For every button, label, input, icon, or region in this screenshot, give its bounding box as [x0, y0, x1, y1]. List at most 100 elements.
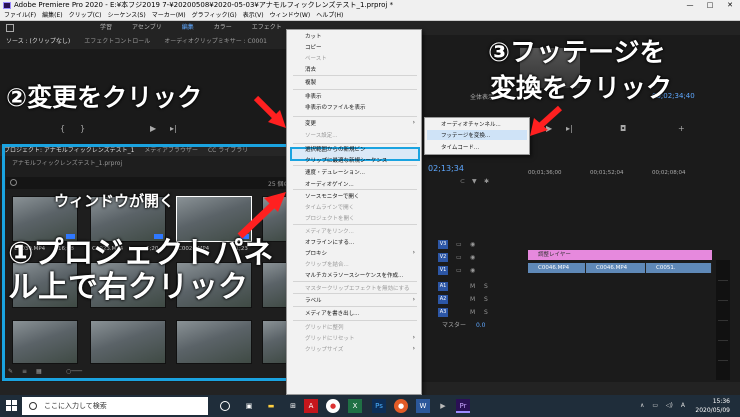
context-menu-item-11[interactable]: 速度・デュレーション... [305, 168, 365, 176]
track-v3[interactable]: V3 [438, 240, 448, 249]
context-menu-item-1[interactable]: コピー [305, 43, 322, 51]
annotation-step3-line2: 変換をクリック [490, 74, 673, 104]
snap-icon[interactable]: ⊂ [460, 178, 465, 185]
context-menu-item-10[interactable]: クリップに最適な新規シーケンス [305, 156, 387, 164]
chrome-icon[interactable]: ● [326, 399, 340, 413]
minimize-button[interactable]: — [680, 0, 700, 11]
add-button-icon[interactable]: + [678, 124, 685, 133]
track-lock-icon[interactable]: ▭ [456, 254, 462, 261]
menu-file[interactable]: ファイル(F) [4, 11, 36, 20]
mute-icon[interactable]: M [470, 283, 475, 290]
mark-in-icon[interactable]: { [60, 124, 65, 133]
adjustment-layer-clip[interactable]: 調整レイヤー [528, 250, 712, 260]
taskbar-clock[interactable]: 15:36 2020/05/09 [695, 397, 730, 415]
submenu-interpret-footage[interactable]: フッテージを変換... [441, 131, 490, 139]
home-icon[interactable] [6, 24, 14, 32]
submenu-timecode[interactable]: タイムコード... [441, 143, 479, 151]
task-view-icon[interactable]: ▣ [242, 399, 256, 413]
step-forward-icon[interactable]: ▸| [170, 124, 177, 133]
context-menu-item-5[interactable]: 非表示 [305, 92, 322, 100]
mute-icon[interactable]: M [470, 309, 475, 316]
video-clip-1[interactable]: C0046.MP4 [528, 263, 586, 273]
eye-icon[interactable]: ◉ [470, 241, 475, 248]
annotation-step1-line2: ル上で右クリック [8, 270, 248, 305]
firefox-icon[interactable]: ● [394, 399, 408, 413]
context-menu-item-13[interactable]: ソースモニターで開く [305, 192, 359, 200]
context-menu-item-17[interactable]: オフラインにする... [305, 238, 354, 246]
tab-source[interactable]: ソース : (クリップなし) [6, 35, 70, 49]
context-menu-item-7[interactable]: 変更 [305, 119, 316, 127]
context-menu-item-3[interactable]: 消去 [305, 65, 316, 73]
context-menu-item-23[interactable]: メディアを書き出し... [305, 309, 359, 317]
media-icon[interactable]: ▶ [436, 399, 450, 413]
tray-chevron-icon[interactable]: ∧ [640, 402, 644, 409]
workspace-tab-learn[interactable]: 学習 [100, 21, 112, 35]
close-button[interactable]: ✕ [720, 0, 740, 11]
menu-help[interactable]: ヘルプ(H) [316, 11, 343, 20]
workspace-tab-effects[interactable]: エフェクト [252, 21, 282, 35]
taskbar-search-placeholder: ここに入力して検索 [44, 402, 107, 410]
eye-icon[interactable]: ◉ [470, 254, 475, 261]
context-menu-item-22[interactable]: ラベル [305, 296, 322, 304]
mark-out-icon[interactable]: } [80, 124, 85, 133]
menu-marker[interactable]: マーカー(M) [152, 11, 186, 20]
marker-icon[interactable]: ▼ [472, 178, 477, 185]
solo-icon[interactable]: S [484, 283, 488, 290]
maximize-button[interactable]: □ [700, 0, 720, 11]
track-lock-icon[interactable]: ▭ [456, 241, 462, 248]
context-menu-item-6[interactable]: 非表示のファイルを表示 [305, 103, 366, 111]
track-a1[interactable]: A1 [438, 282, 448, 291]
context-menu-item-4[interactable]: 複製 [305, 78, 316, 86]
workspace-tab-assembly[interactable]: アセンブリ [132, 21, 162, 35]
menu-clip[interactable]: クリップ(C) [69, 11, 102, 20]
taskbar-search-input[interactable]: ここに入力して検索 [22, 397, 208, 415]
tray-ime-label[interactable]: A [681, 402, 685, 409]
context-menu-item-0[interactable]: カット [305, 32, 322, 40]
track-a3[interactable]: A3 [438, 308, 448, 317]
submenu-audio-channels[interactable]: オーディオチャンネル... [441, 120, 501, 128]
mute-icon[interactable]: M [470, 296, 475, 303]
excel-icon[interactable]: X [348, 399, 362, 413]
program-play-icon[interactable]: ▶ [546, 124, 552, 133]
menu-graphics[interactable]: グラフィック(G) [192, 11, 237, 20]
cortana-icon[interactable] [220, 401, 230, 411]
video-clip-3[interactable]: C0051. [646, 263, 712, 273]
tray-network-icon[interactable]: ▭ [652, 402, 658, 409]
windows-start-icon[interactable] [6, 400, 18, 412]
menu-window[interactable]: ウィンドウ(W) [270, 11, 311, 20]
photoshop-icon[interactable]: Ps [372, 399, 386, 413]
menu-view[interactable]: 表示(V) [243, 11, 264, 20]
tray-volume-icon[interactable]: ◁) [666, 402, 673, 409]
context-menu-item-9[interactable]: 選択範囲からの新規ビン [305, 145, 366, 153]
context-menu-item-20[interactable]: マルチカメラソースシーケンスを作成... [305, 271, 403, 279]
video-clip-2[interactable]: C0046.MP4 [586, 263, 646, 273]
file-explorer-icon[interactable]: ▬ [264, 399, 278, 413]
solo-icon[interactable]: S [484, 309, 488, 316]
workspace-tab-edit[interactable]: 編集 [182, 21, 194, 35]
context-menu-item-18[interactable]: プロキシ [305, 249, 327, 257]
track-v1[interactable]: V1 [438, 266, 448, 275]
premiere-taskbar-icon[interactable]: Pr [456, 399, 470, 413]
wrench-icon[interactable]: ✱ [484, 178, 489, 185]
track-a2[interactable]: A2 [438, 295, 448, 304]
system-tray: ∧ ▭ ◁) A [640, 402, 685, 409]
solo-icon[interactable]: S [484, 296, 488, 303]
menu-edit[interactable]: 編集(E) [42, 11, 62, 20]
acrobat-icon[interactable]: A [304, 399, 318, 413]
menu-sequence[interactable]: シーケンス(S) [108, 11, 146, 20]
tab-effect-controls[interactable]: エフェクトコントロール [84, 35, 150, 49]
annotation-step2: ②変更をクリック [6, 83, 203, 112]
play-icon[interactable]: ▶ [150, 124, 156, 133]
tab-audio-clip-mixer[interactable]: オーディオクリップミキサー : C0001 [164, 35, 267, 49]
store-icon[interactable]: ⊞ [286, 399, 300, 413]
workspace-tab-color[interactable]: カラー [214, 21, 232, 35]
export-frame-icon[interactable]: ◘ [620, 124, 626, 133]
word-icon[interactable]: W [416, 399, 430, 413]
track-v2[interactable]: V2 [438, 253, 448, 262]
master-value[interactable]: 0.0 [476, 322, 486, 329]
track-lock-icon[interactable]: ▭ [456, 267, 462, 274]
timeline-ruler-1: 00;01;36;00 [528, 170, 562, 176]
context-menu-item-12[interactable]: オーディオゲイン... [305, 180, 354, 188]
program-step-icon[interactable]: ▸| [566, 124, 573, 133]
eye-icon[interactable]: ◉ [470, 267, 475, 274]
